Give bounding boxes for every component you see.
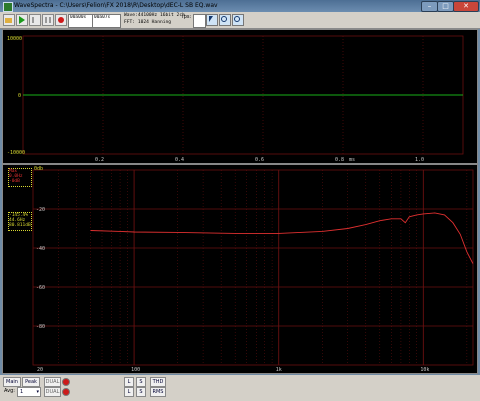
fps-label: fps: bbox=[182, 14, 192, 20]
cursor-tool-button[interactable] bbox=[206, 14, 218, 26]
step-icon bbox=[32, 17, 34, 23]
spectrum-ytick: -80 bbox=[36, 324, 45, 330]
peak-button[interactable]: Peak bbox=[22, 377, 40, 387]
record-icon bbox=[58, 17, 64, 23]
wave-xunit: ms bbox=[349, 157, 356, 163]
pause-icon bbox=[45, 17, 51, 23]
length-readout: 00a07s bbox=[92, 14, 121, 28]
avg-record-icon[interactable] bbox=[62, 388, 70, 396]
peak-record-icon[interactable] bbox=[62, 378, 70, 386]
spectrum-pane[interactable]: -20 -40 -60 -80 20 100 1k 10k 0db Max 0.0Hz -0d… bbox=[2, 164, 478, 374]
waveform-plot bbox=[22, 35, 464, 155]
wave-ymax-label: 10000 bbox=[7, 36, 23, 42]
minimize-button[interactable]: – bbox=[421, 1, 438, 12]
spectrum-ytick: -40 bbox=[36, 246, 45, 252]
max-info-box: Max 0.0Hz -0dB bbox=[8, 168, 32, 187]
avg-label: Avg: bbox=[4, 388, 15, 394]
fft-info-text: FFT: 1024 Hanning bbox=[124, 19, 172, 25]
main-button[interactable]: Main bbox=[3, 377, 21, 387]
wave-yzero-label: 0 bbox=[18, 93, 22, 99]
toolbar: 00a00s 00a07s Wave:44100Hz 16bit 2ch FFT… bbox=[0, 12, 480, 29]
maximize-button[interactable]: □ bbox=[437, 1, 454, 12]
folder-icon bbox=[5, 18, 12, 23]
wave-ymin-label: -10000 bbox=[7, 150, 26, 156]
avg-value: 1 bbox=[20, 389, 24, 395]
rms-button[interactable]: RMS bbox=[150, 387, 166, 397]
wavespectra-window: WaveSpectra - C:\Users\Felion\FX 2018\R\… bbox=[0, 0, 480, 401]
window-title: WaveSpectra - C:\Users\Felion\FX 2018\R\… bbox=[14, 2, 218, 9]
wave-xtick: 0.4 bbox=[175, 157, 185, 163]
cursor-info-box: -145.4% 44.6Hz 80.811dB bbox=[8, 212, 32, 231]
cursor-level: 80.811dB bbox=[9, 223, 31, 228]
spectrum-frame bbox=[32, 169, 474, 366]
step-button[interactable] bbox=[29, 14, 41, 26]
zoom-out-button[interactable] bbox=[232, 14, 244, 26]
magnify-icon bbox=[221, 16, 227, 22]
fps-field[interactable] bbox=[193, 14, 206, 28]
spectrum-xtick: 100 bbox=[131, 367, 140, 373]
thd-button[interactable]: THD bbox=[150, 377, 166, 387]
pause-button[interactable] bbox=[42, 14, 54, 26]
spectrum-ytick: -60 bbox=[36, 285, 45, 291]
spectrum-xtick: 20 bbox=[37, 367, 43, 373]
wave-xtick: 0.2 bbox=[95, 157, 105, 163]
spectrum-trace bbox=[90, 212, 474, 264]
arrow-icon bbox=[209, 16, 213, 22]
magnify-minus-icon bbox=[234, 16, 240, 22]
spectrum-xtick: 1k bbox=[276, 367, 282, 373]
left-channel-button-2[interactable]: L bbox=[124, 387, 134, 397]
app-icon bbox=[3, 2, 13, 12]
spectrum-plot: -20 -40 -60 -80 20 100 1k 10k bbox=[32, 169, 474, 373]
dual-button-2[interactable]: DUAL bbox=[44, 387, 61, 397]
wave-format-text: Wave:44100Hz 16bit 2ch bbox=[124, 13, 185, 18]
control-bar: Main Peak DUAL L S THD Avg: 1 ▾ DUAL L S… bbox=[0, 375, 480, 401]
spec-top-label: 0db bbox=[34, 166, 44, 172]
spectrum-ytick: -20 bbox=[36, 207, 45, 213]
open-file-button[interactable] bbox=[3, 14, 15, 26]
file-info: Wave:44100Hz 16bit 2ch FFT: 1024 Hanning bbox=[124, 13, 185, 26]
waveform-pane[interactable]: 10000 0 -10000 0.2 0.4 0.6 0.8 ms 1.0 bbox=[2, 29, 478, 164]
play-button[interactable] bbox=[16, 14, 28, 26]
chevron-down-icon: ▾ bbox=[36, 389, 39, 395]
play-icon bbox=[19, 16, 25, 24]
zoom-in-button[interactable] bbox=[219, 14, 231, 26]
stereo-button[interactable]: S bbox=[136, 377, 146, 387]
wave-xtick: 1.0 bbox=[415, 157, 425, 163]
wave-xtick: 0.6 bbox=[255, 157, 265, 163]
position-readout: 00a00s bbox=[68, 14, 93, 28]
avg-select[interactable]: 1 ▾ bbox=[17, 387, 41, 397]
dual-button[interactable]: DUAL bbox=[44, 377, 61, 387]
max-level: -0dB bbox=[9, 179, 20, 184]
stereo-button-2[interactable]: S bbox=[136, 387, 146, 397]
left-channel-button[interactable]: L bbox=[124, 377, 134, 387]
close-button[interactable]: ✕ bbox=[453, 1, 479, 12]
spectrum-xtick: 10k bbox=[420, 367, 429, 373]
title-bar[interactable]: WaveSpectra - C:\Users\Felion\FX 2018\R\… bbox=[0, 0, 480, 12]
record-button[interactable] bbox=[55, 14, 67, 26]
wave-xtick: 0.8 bbox=[335, 157, 345, 163]
